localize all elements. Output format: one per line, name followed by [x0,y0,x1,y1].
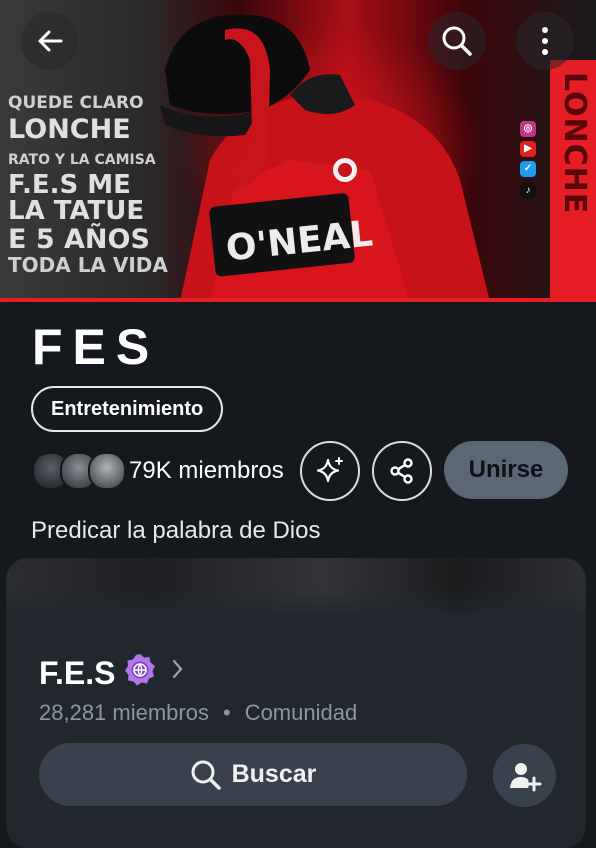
join-button[interactable]: Unirse [444,441,568,499]
search-label: Buscar [231,760,317,788]
search-button[interactable] [428,12,486,70]
youtube-icon: ▶ [520,141,536,157]
verified-badge-icon [125,654,155,686]
sub-community-type: Comunidad [244,700,358,725]
tiktok-icon: ♪ [520,183,536,199]
community-title: FES [32,319,160,375]
share-icon [390,458,413,484]
sub-community-meta: 28,281 miembros • Comunidad [39,700,357,726]
avatar [88,452,126,490]
chevron-right-icon[interactable] [171,658,185,680]
search-community-button[interactable]: Buscar [39,743,467,806]
more-options-button[interactable] [516,12,574,70]
sub-community-members: 28,281 miembros [39,700,209,725]
add-user-icon [509,762,541,791]
community-description: Predicar la palabra de Dios [31,517,321,544]
back-arrow-icon [38,30,63,52]
member-count[interactable]: 79K miembros [129,457,284,485]
member-avatars [32,452,126,490]
banner-side-text: LONCHE [557,72,592,215]
sparkle-icon [316,457,343,483]
search-icon [191,760,221,790]
sub-community-name[interactable]: F.E.S [39,655,115,692]
instagram-icon: ◎ [520,121,536,137]
category-chip[interactable]: Entretenimiento [31,386,224,432]
add-member-button[interactable] [493,744,556,807]
meta-separator: • [222,700,231,725]
more-vertical-icon [542,27,548,55]
back-button[interactable] [21,12,79,70]
community-banner: QUEDE CLARO LONCHE RATO Y LA CAMISA F.E.… [0,0,596,302]
share-button[interactable] [372,441,432,501]
ai-sparkle-button[interactable] [300,441,360,501]
banner-red-line [0,298,596,302]
search-icon [442,26,472,56]
twitter-icon: ✓ [520,161,536,177]
